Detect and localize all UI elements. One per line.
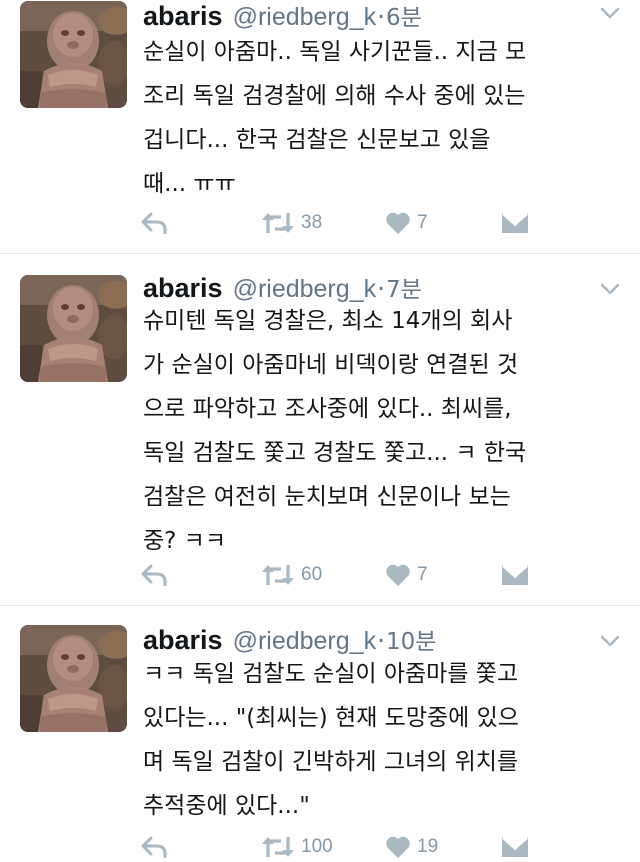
separator-dot: · bbox=[377, 2, 386, 31]
chevron-down-icon[interactable] bbox=[600, 282, 620, 296]
tweet-text-line: 검찰은 여전히 눈치보며 신문이나 보는 bbox=[143, 484, 511, 510]
heart-icon bbox=[385, 211, 411, 235]
tweet-text-line: 때... ㅠㅠ bbox=[143, 171, 236, 197]
retweet-icon bbox=[261, 835, 295, 859]
separator-dot: · bbox=[377, 626, 386, 655]
envelope-icon bbox=[501, 836, 529, 858]
retweet-count: 100 bbox=[301, 836, 333, 857]
tweet[interactable]: abaris @riedberg_k · 7분 슈미텐 독일 경찰은, 최소 1… bbox=[0, 254, 640, 606]
tweet-text-line: 조리 독일 검경찰에 의해 수사 중에 있는 bbox=[143, 83, 526, 109]
direct-message-button[interactable] bbox=[501, 832, 529, 862]
tweet-text-line: 가 순실이 아줌마네 비덱이랑 연결된 것 bbox=[143, 352, 519, 378]
tweet-text-line: 있다는... "(최씨는) 현재 도망중에 있으 bbox=[143, 705, 519, 731]
retweet-icon bbox=[261, 563, 295, 587]
retweet-button[interactable]: 60 bbox=[261, 560, 322, 590]
retweet-count: 38 bbox=[301, 212, 323, 233]
retweet-button[interactable]: 38 bbox=[261, 208, 322, 238]
like-count: 19 bbox=[417, 836, 439, 857]
tweet-text-line: 추적중에 있다..." bbox=[143, 793, 310, 819]
envelope-icon bbox=[501, 212, 529, 234]
heart-icon bbox=[385, 563, 411, 587]
timestamp[interactable]: 6분 bbox=[386, 0, 422, 32]
retweet-count: 60 bbox=[301, 564, 323, 585]
user-handle[interactable]: @riedberg_k bbox=[233, 3, 377, 32]
tweet-text-line: ㅋㅋ 독일 검찰도 순실이 아줌마를 쫓고 bbox=[143, 661, 519, 687]
tweet-text-line: 독일 검찰도 쫓고 경찰도 쫓고... ㅋ 한국 bbox=[143, 440, 527, 466]
direct-message-button[interactable] bbox=[501, 560, 529, 590]
reply-button[interactable] bbox=[141, 208, 167, 238]
tweet-text-line: 겁니다... 한국 검찰은 신문보고 있을 bbox=[143, 127, 491, 153]
like-count: 7 bbox=[417, 212, 428, 233]
envelope-icon bbox=[501, 564, 529, 586]
action-bar: 100 19 bbox=[141, 832, 541, 862]
action-bar: 38 7 bbox=[141, 208, 541, 238]
chevron-down-icon[interactable] bbox=[600, 634, 620, 648]
display-name[interactable]: abaris bbox=[143, 1, 223, 32]
chevron-down-icon[interactable] bbox=[600, 6, 620, 20]
tweet-text: ㅋㅋ 독일 검찰도 순실이 아줌마를 쫓고 있다는... "(최씨는) 현재 도… bbox=[143, 652, 623, 828]
reply-button[interactable] bbox=[141, 560, 167, 590]
like-button[interactable]: 19 bbox=[385, 832, 438, 862]
tweet-text-line: 며 독일 검찰이 긴박하게 그녀의 위치를 bbox=[143, 749, 519, 775]
avatar-image bbox=[20, 275, 127, 382]
reply-icon bbox=[141, 836, 167, 858]
avatar[interactable] bbox=[20, 1, 127, 108]
tweet-text-line: 순실이 아줌마.. 독일 사기꾼들.. 지금 모 bbox=[143, 39, 527, 65]
like-button[interactable]: 7 bbox=[385, 560, 428, 590]
action-bar: 60 7 bbox=[141, 560, 541, 590]
tweet[interactable]: abaris @riedberg_k · 10분 ㅋㅋ 독일 검찰도 순실이 아… bbox=[0, 606, 640, 860]
reply-icon bbox=[141, 212, 167, 234]
retweet-button[interactable]: 100 bbox=[261, 832, 333, 862]
tweet-text-line: 중? ㅋㅋ bbox=[143, 528, 226, 554]
tweet-text-line: 슈미텐 독일 경찰은, 최소 14개의 회사 bbox=[143, 308, 513, 334]
heart-icon bbox=[385, 835, 411, 859]
timestamp[interactable]: 10분 bbox=[386, 622, 436, 656]
tweet[interactable]: abaris @riedberg_k · 6분 순실이 아줌마.. 독일 사기꾼… bbox=[0, 0, 640, 254]
avatar-image bbox=[20, 1, 127, 108]
avatar[interactable] bbox=[20, 625, 127, 732]
reply-button[interactable] bbox=[141, 832, 167, 862]
tweet-text: 슈미텐 독일 경찰은, 최소 14개의 회사 가 순실이 아줌마네 비덱이랑 연… bbox=[143, 299, 623, 563]
reply-icon bbox=[141, 564, 167, 586]
direct-message-button[interactable] bbox=[501, 208, 529, 238]
avatar[interactable] bbox=[20, 275, 127, 382]
like-count: 7 bbox=[417, 564, 428, 585]
tweet-text-line: 으로 파악하고 조사중에 있다.. 최씨를, bbox=[143, 396, 512, 422]
tweet-text: 순실이 아줌마.. 독일 사기꾼들.. 지금 모 조리 독일 검경찰에 의해 수… bbox=[143, 30, 623, 206]
like-button[interactable]: 7 bbox=[385, 208, 428, 238]
retweet-icon bbox=[261, 211, 295, 235]
avatar-image bbox=[20, 625, 127, 732]
